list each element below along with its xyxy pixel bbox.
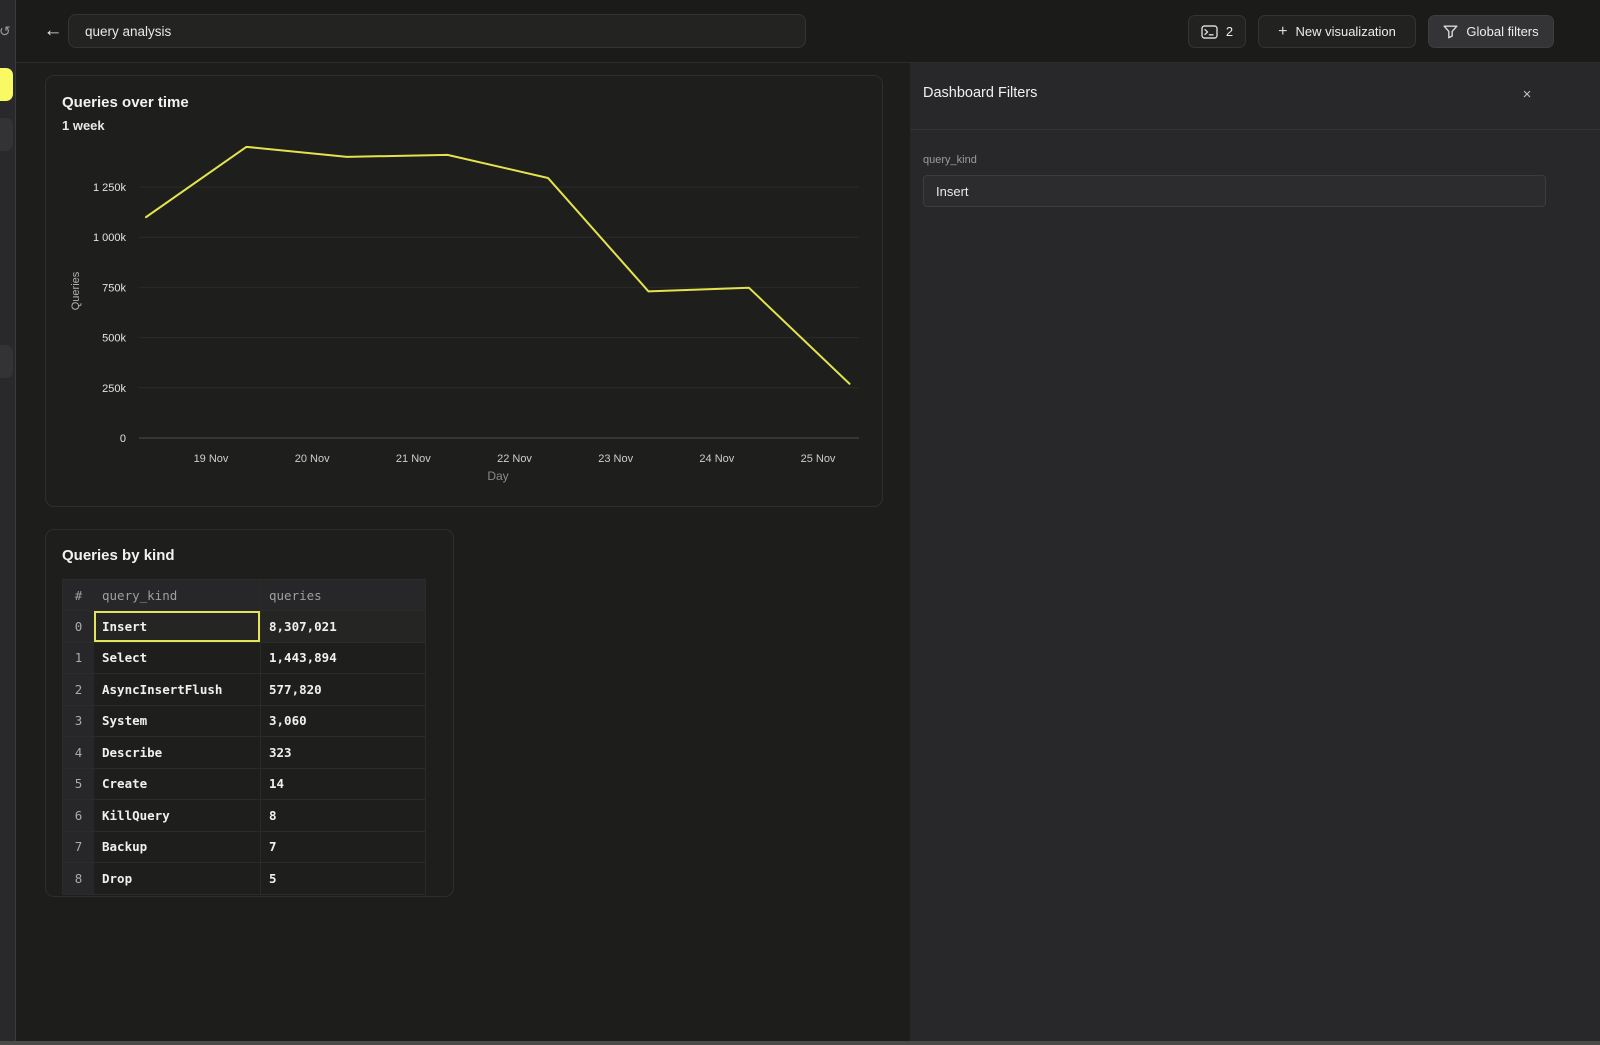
query-kind-cell[interactable]: Insert [94, 611, 261, 642]
header-index: # [63, 580, 94, 610]
queries-by-kind-card: Queries by kind # query_kind queries 0In… [45, 529, 454, 897]
table-row: 1Select1,443,894 [63, 642, 425, 674]
sidebar: ↺ [0, 0, 16, 1045]
query-kind-cell[interactable]: Describe [94, 737, 261, 768]
table-row: 3System3,060 [63, 705, 425, 737]
table-row: 4Describe323 [63, 736, 425, 768]
row-index-cell: 3 [63, 706, 94, 737]
svg-text:500k: 500k [102, 333, 126, 345]
queries-value-cell[interactable]: 3,060 [261, 706, 425, 737]
query-kind-cell[interactable]: AsyncInsertFlush [94, 674, 261, 705]
query-kind-cell[interactable]: Backup [94, 832, 261, 863]
queries-value-cell[interactable]: 577,820 [261, 674, 425, 705]
window-bottom-edge [0, 1041, 1600, 1045]
svg-text:24 Nov: 24 Nov [699, 453, 734, 465]
queries-table-body: 0Insert8,307,0211Select1,443,8942AsyncIn… [63, 610, 425, 894]
global-filters-label: Global filters [1466, 24, 1538, 39]
svg-text:Queries: Queries [70, 271, 82, 310]
svg-text:Day: Day [487, 469, 508, 483]
row-index-cell: 2 [63, 674, 94, 705]
history-icon[interactable]: ↺ [0, 23, 11, 40]
filter-field-label: query_kind [923, 154, 977, 166]
back-button[interactable]: ← [37, 15, 69, 47]
table-header-row: # query_kind queries [63, 580, 425, 610]
app-window: ↺ ← 2 + New visualization [0, 0, 1600, 1045]
table-title: Queries by kind [62, 547, 175, 564]
global-filters-button[interactable]: Global filters [1428, 15, 1554, 48]
terminal-icon [1201, 25, 1218, 39]
new-visualization-label: New visualization [1295, 24, 1395, 39]
svg-text:22 Nov: 22 Nov [497, 453, 532, 465]
row-index-cell: 7 [63, 832, 94, 863]
row-index-cell: 6 [63, 800, 94, 831]
panel-divider [910, 129, 1600, 130]
back-arrow-icon: ← [44, 20, 63, 42]
svg-text:23 Nov: 23 Nov [598, 453, 633, 465]
top-bar: ← 2 + New visualization Global fi [15, 0, 1600, 63]
sidebar-item-active[interactable] [0, 68, 13, 101]
query-count-button[interactable]: 2 [1188, 15, 1246, 48]
row-index-cell: 0 [63, 611, 94, 642]
svg-text:1 250k: 1 250k [93, 182, 127, 194]
query-kind-cell[interactable]: System [94, 706, 261, 737]
funnel-icon [1443, 25, 1458, 39]
query-kind-cell[interactable]: KillQuery [94, 800, 261, 831]
svg-text:250k: 250k [102, 383, 126, 395]
sidebar-item[interactable] [0, 345, 13, 378]
svg-text:1 000k: 1 000k [93, 232, 127, 244]
table-row: 0Insert8,307,021 [63, 610, 425, 642]
row-index-cell: 4 [63, 737, 94, 768]
query-count-value: 2 [1226, 24, 1233, 39]
header-query-kind: query_kind [94, 580, 261, 610]
queries-value-cell[interactable]: 1,443,894 [261, 643, 425, 674]
table-row: 8Drop5 [63, 862, 425, 894]
queries-value-cell[interactable]: 323 [261, 737, 425, 768]
query-kind-cell[interactable]: Select [94, 643, 261, 674]
sidebar-item[interactable] [0, 118, 13, 151]
close-icon[interactable]: × [1516, 83, 1538, 105]
svg-text:21 Nov: 21 Nov [396, 453, 431, 465]
table-row: 6KillQuery8 [63, 799, 425, 831]
queries-value-cell[interactable]: 8 [261, 800, 425, 831]
header-queries: queries [261, 580, 425, 610]
queries-line-chart: 0 250k 500k 750k 1 000k 1 250k 19 Nov 20 Nov 21 … [46, 76, 882, 506]
row-index-cell: 1 [63, 643, 94, 674]
query-kind-filter-input[interactable] [923, 175, 1546, 207]
query-kind-cell[interactable]: Create [94, 769, 261, 800]
filters-panel-title: Dashboard Filters [923, 85, 1037, 101]
plus-icon: + [1278, 24, 1287, 40]
svg-text:25 Nov: 25 Nov [801, 453, 836, 465]
queries-value-cell[interactable]: 14 [261, 769, 425, 800]
table-row: 2AsyncInsertFlush577,820 [63, 673, 425, 705]
row-index-cell: 5 [63, 769, 94, 800]
table-row: 5Create14 [63, 768, 425, 800]
queries-value-cell[interactable]: 5 [261, 863, 425, 894]
queries-table: # query_kind queries 0Insert8,307,0211Se… [62, 579, 426, 895]
row-index-cell: 8 [63, 863, 94, 894]
dashboard-filters-panel: Dashboard Filters × query_kind [910, 63, 1600, 1045]
query-kind-cell[interactable]: Drop [94, 863, 261, 894]
queries-over-time-card: Queries over time 1 week 0250k500k750k1 … [45, 75, 883, 507]
svg-text:750k: 750k [102, 282, 126, 294]
svg-text:19 Nov: 19 Nov [194, 453, 229, 465]
queries-value-cell[interactable]: 8,307,021 [261, 611, 425, 642]
svg-text:20 Nov: 20 Nov [295, 453, 330, 465]
new-visualization-button[interactable]: + New visualization [1258, 15, 1416, 48]
table-row: 7Backup7 [63, 831, 425, 863]
queries-value-cell[interactable]: 7 [261, 832, 425, 863]
dashboard-title-input[interactable] [68, 14, 806, 48]
svg-text:0: 0 [120, 433, 126, 445]
